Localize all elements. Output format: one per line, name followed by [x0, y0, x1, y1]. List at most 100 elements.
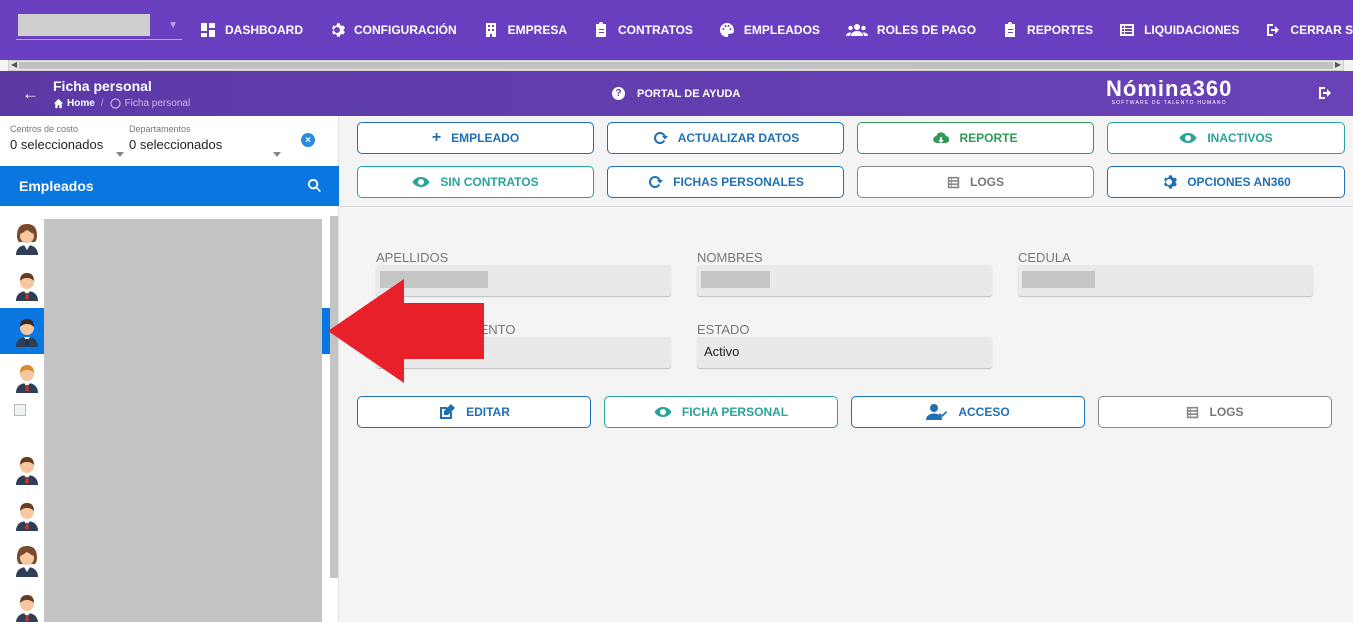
estado-label: ESTADO	[697, 322, 750, 337]
help-portal-link[interactable]: ? PORTAL DE AYUDA	[612, 87, 740, 100]
nav-liquidaciones[interactable]: LIQUIDACIONES	[1119, 22, 1239, 38]
add-employee-label: EMPLEADO	[451, 131, 520, 145]
clipboard-icon	[593, 22, 609, 38]
add-employee-button[interactable]: + EMPLEADO	[357, 122, 594, 154]
employee-names-redacted	[44, 219, 322, 622]
back-arrow-icon[interactable]: ←	[22, 84, 39, 104]
logs-label: LOGS	[969, 175, 1004, 189]
gear-icon	[329, 22, 345, 38]
top-navbar: ▼ DASHBOARD CONFIGURACIÓN EMPRESA CONTRA…	[0, 0, 1353, 60]
an360-options-button[interactable]: OPCIONES AN360	[1107, 166, 1345, 198]
logo-tagline: SOFTWARE DE TALENTO HUMANO	[1111, 100, 1227, 106]
nav-empleados[interactable]: EMPLEADOS	[719, 22, 820, 38]
logs-button[interactable]: LOGS	[857, 166, 1094, 198]
no-contracts-label: SIN CONTRATOS	[440, 175, 539, 189]
female-avatar-icon	[14, 222, 40, 261]
male-avatar-icon	[14, 268, 40, 307]
company-name-redacted	[18, 14, 150, 36]
logout-icon	[1265, 22, 1281, 38]
inactive-label: INACTIVOS	[1207, 131, 1273, 145]
estado-input[interactable]: Activo	[697, 337, 992, 368]
nav-dashboard-label: DASHBOARD	[225, 23, 303, 37]
cloud-download-icon	[933, 130, 950, 146]
nav-roles-de-pago-label: ROLES DE PAGO	[876, 23, 977, 37]
nav-liquidaciones-label: LIQUIDACIONES	[1144, 23, 1240, 37]
app-logo: Nómina360 SOFTWARE DE TALENTO HUMANO	[1106, 76, 1232, 106]
building-icon	[483, 22, 499, 38]
eye-icon	[654, 404, 672, 420]
help-portal-label: PORTAL DE AYUDA	[637, 87, 741, 100]
nav-configuracion-label: CONFIGURACIÓN	[354, 23, 457, 37]
nombres-label: NOMBRES	[697, 250, 763, 265]
personal-records-button[interactable]: FICHAS PERSONALES	[607, 166, 844, 198]
nav-roles-de-pago[interactable]: ROLES DE PAGO	[845, 22, 977, 38]
company-select[interactable]: ▼	[16, 12, 182, 40]
logo-name: Nómina360	[1106, 76, 1233, 101]
apellidos-field: APELLIDOS	[376, 250, 671, 296]
breadcrumb-home[interactable]: Home	[67, 98, 95, 109]
logout-icon[interactable]	[1317, 85, 1333, 106]
male-avatar-icon	[14, 452, 40, 491]
vertical-scrollbar[interactable]	[330, 216, 338, 578]
cedula-input[interactable]	[1018, 265, 1313, 296]
nav-dashboard[interactable]: DASHBOARD	[200, 22, 303, 38]
palette-icon	[719, 22, 735, 38]
personal-records-label: FICHAS PERSONALES	[673, 175, 804, 189]
chevron-down-icon: ▼	[168, 20, 178, 31]
nombres-input[interactable]	[697, 265, 992, 296]
nav-empresa-label: EMPRESA	[507, 23, 568, 37]
breadcrumb-current: Ficha personal	[124, 98, 191, 109]
refresh-icon	[647, 174, 664, 190]
male-avatar-icon	[14, 498, 40, 537]
nav-configuracion[interactable]: CONFIGURACIÓN	[329, 22, 457, 38]
edit-button[interactable]: EDITAR	[357, 396, 591, 428]
main-menu: DASHBOARD CONFIGURACIÓN EMPRESA CONTRATO…	[200, 0, 1353, 60]
nav-contratos[interactable]: CONTRATOS	[593, 22, 693, 38]
report-icon	[1002, 22, 1018, 38]
horizontal-scrollbar[interactable]: ◀ ▶	[8, 60, 1344, 71]
search-icon[interactable]	[307, 178, 322, 198]
report-button[interactable]: REPORTE	[857, 122, 1094, 154]
access-button[interactable]: ACCESO	[851, 396, 1085, 428]
scroll-right-icon[interactable]: ▶	[1335, 60, 1341, 69]
broken-image-icon	[14, 404, 26, 416]
cedula-label: CEDULA	[1018, 250, 1071, 265]
personal-record-button[interactable]: FICHA PERSONAL	[604, 396, 838, 428]
cost-centers-label: Centros de costo	[10, 124, 79, 134]
home-icon	[53, 98, 64, 109]
nav-cerrar-sesion[interactable]: CERRAR SESIÓN	[1265, 22, 1353, 38]
eye-icon	[1179, 130, 1197, 146]
male-avatar-icon	[14, 360, 40, 399]
cost-centers-filter[interactable]: Centros de costo 0 seleccionados	[10, 124, 124, 169]
list-icon	[1186, 406, 1199, 419]
clear-filters-icon[interactable]: ×	[301, 133, 315, 147]
an360-options-label: OPCIONES AN360	[1187, 175, 1291, 189]
nav-empresa[interactable]: EMPRESA	[483, 22, 567, 38]
nav-reportes[interactable]: REPORTES	[1002, 22, 1093, 38]
page-title: Ficha personal	[53, 78, 152, 94]
apellidos-label: APELLIDOS	[376, 250, 449, 265]
user-check-icon	[926, 403, 948, 421]
refresh-icon	[652, 130, 668, 146]
scrollbar-thumb[interactable]	[19, 62, 1333, 69]
female-avatar-icon	[14, 544, 40, 583]
departments-filter[interactable]: Departamentos 0 seleccionados	[129, 124, 287, 169]
no-contracts-button[interactable]: SIN CONTRATOS	[357, 166, 594, 198]
list-icon	[1119, 22, 1135, 38]
page-header: ← Ficha personal Home / Ficha personal ?…	[0, 71, 1353, 116]
inactive-button[interactable]: INACTIVOS	[1107, 122, 1345, 154]
edit-icon	[438, 403, 456, 421]
employee-sidebar: Centros de costo 0 seleccionados Departa…	[0, 116, 339, 622]
palette-icon	[109, 98, 121, 109]
nav-contratos-label: CONTRATOS	[618, 23, 693, 37]
report-label: REPORTE	[959, 131, 1018, 145]
plus-icon: +	[431, 129, 442, 146]
refresh-data-button[interactable]: ACTUALIZAR DATOS	[607, 122, 844, 154]
eye-icon	[412, 174, 430, 190]
record-logs-button[interactable]: LOGS	[1098, 396, 1332, 428]
nombres-field: NOMBRES	[697, 250, 992, 296]
scroll-left-icon[interactable]: ◀	[11, 60, 17, 69]
list-icon	[947, 176, 960, 189]
departments-label: Departamentos	[129, 124, 191, 134]
nav-cerrar-sesion-label: CERRAR SESIÓN	[1290, 23, 1353, 37]
